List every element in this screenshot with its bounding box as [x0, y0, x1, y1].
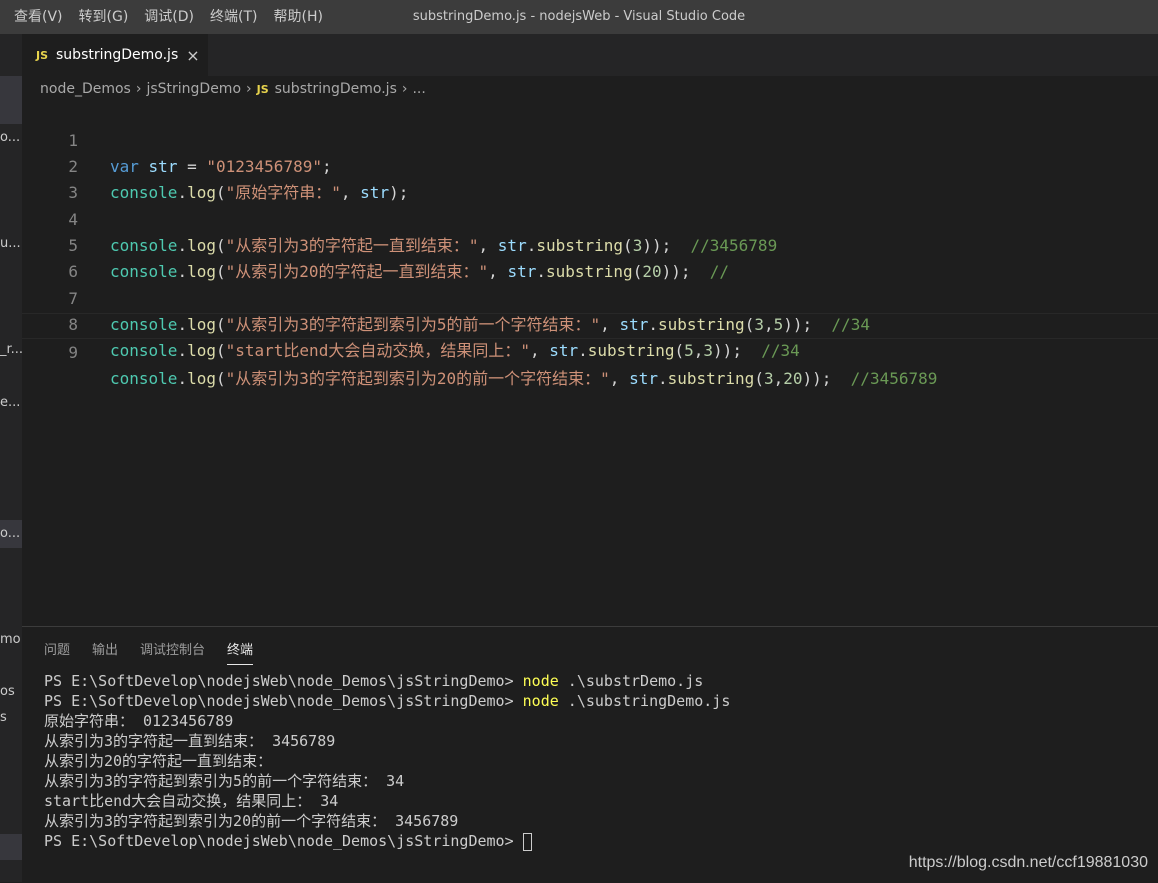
menu-go[interactable]: 转到(G) [71, 0, 137, 34]
code-editor[interactable]: 1 var str = "0123456789"; 2 console.log(… [22, 102, 1158, 622]
menu-bar: 查看(V) 转到(G) 调试(D) 终端(T) 帮助(H) [0, 0, 331, 34]
explorer-sidebar: o... u... _r... e... o... mo os s [0, 34, 22, 882]
chevron-right-icon: › [135, 81, 142, 97]
terminal-cursor [522, 832, 532, 851]
terminal-output: 从索引为20的字符起一直到结束： [44, 752, 273, 770]
tab-substringdemo[interactable]: JS substringDemo.js × [22, 34, 208, 76]
explorer-item[interactable]: o... [0, 526, 22, 541]
explorer-item[interactable]: e... [0, 395, 22, 410]
code-line: 5 console.log("从索引为20的字符起一直到结束：", str.su… [22, 207, 1158, 281]
breadcrumb-file[interactable]: substringDemo.js [275, 81, 397, 97]
tab-problems[interactable]: 问题 [44, 639, 70, 665]
terminal-argument: .\substrDemo.js [558, 672, 704, 690]
code-line: 7 console.log("从索引为3的字符起到索引为5的前一个字符结束：",… [22, 260, 1158, 334]
bottom-panel: 问题 输出 调试控制台 终端 PS E:\SoftDevelop\nodejsW… [22, 626, 1158, 883]
terminal-command: node [522, 692, 559, 710]
menu-help[interactable]: 帮助(H) [266, 0, 331, 34]
terminal-command: node [522, 672, 559, 690]
terminal-output: 原始字符串： 0123456789 [44, 712, 234, 730]
watermark: https://blog.csdn.net/ccf19881030 [908, 854, 1148, 871]
terminal-line: PS E:\SoftDevelop\nodejsWeb\node_Demos\j… [44, 691, 730, 711]
terminal-line: PS E:\SoftDevelop\nodejsWeb\node_Demos\j… [44, 831, 730, 851]
explorer-selection-top [0, 76, 22, 124]
explorer-item[interactable]: mo [0, 632, 22, 647]
panel-tabs: 问题 输出 调试控制台 终端 [44, 639, 275, 665]
editor-tab-bar: JS substringDemo.js × [22, 34, 1158, 76]
terminal-prompt: PS E:\SoftDevelop\nodejsWeb\node_Demos\j… [44, 672, 523, 690]
code-line: 2 console.log("原始字符串：", str); [22, 128, 1158, 202]
tab-terminal[interactable]: 终端 [227, 639, 254, 665]
javascript-file-icon: JS [36, 48, 49, 62]
tab-output[interactable]: 输出 [92, 639, 118, 665]
line-number: 9 [68, 343, 78, 362]
explorer-item[interactable]: u... [0, 236, 22, 251]
code-line-current: 9 console.log("从索引为3的字符起到索引为20的前一个字符结束："… [22, 313, 1158, 388]
code-text: console.log("start比end大会自动交换，结果同上：", str… [110, 341, 800, 360]
terminal-prompt: PS E:\SoftDevelop\nodejsWeb\node_Demos\j… [44, 692, 523, 710]
breadcrumb-symbol[interactable]: ... [412, 81, 425, 97]
terminal-output: 从索引为3的字符起到索引为20的前一个字符结束： 3456789 [44, 812, 459, 830]
javascript-file-icon: JS [256, 82, 269, 96]
breadcrumb-node-demos[interactable]: node_Demos [40, 81, 131, 97]
code-line: 3 [22, 154, 1158, 202]
explorer-selection-bottom [0, 834, 22, 860]
code-line: 8 console.log("start比end大会自动交换，结果同上：", s… [22, 286, 1158, 360]
terminal[interactable]: PS E:\SoftDevelop\nodejsWeb\node_Demos\j… [44, 671, 730, 851]
tab-debug-console[interactable]: 调试控制台 [140, 639, 205, 665]
explorer-item[interactable]: s [0, 710, 22, 725]
menu-view[interactable]: 查看(V) [6, 0, 71, 34]
close-icon[interactable]: × [186, 46, 199, 65]
menu-terminal[interactable]: 终端(T) [202, 0, 265, 34]
code-line: 1 var str = "0123456789"; [22, 102, 1158, 176]
terminal-prompt: PS E:\SoftDevelop\nodejsWeb\node_Demos\j… [44, 832, 523, 850]
breadcrumb: node_Demos › jsStringDemo › JS substring… [40, 78, 426, 100]
breadcrumb-jsstringdemo[interactable]: jsStringDemo [146, 81, 241, 97]
chevron-right-icon: › [246, 81, 252, 97]
code-text: console.log("从索引为3的字符起到索引为20的前一个字符结束：", … [110, 369, 938, 388]
explorer-item[interactable]: os [0, 684, 22, 699]
menu-debug[interactable]: 调试(D) [136, 0, 202, 34]
terminal-output: start比end大会自动交换，结果同上： 34 [44, 792, 339, 810]
explorer-item[interactable]: _r... [0, 342, 22, 357]
terminal-line: PS E:\SoftDevelop\nodejsWeb\node_Demos\j… [44, 671, 730, 691]
terminal-output: 从索引为3的字符起到索引为5的前一个字符结束： 34 [44, 772, 405, 790]
title-bar: 查看(V) 转到(G) 调试(D) 终端(T) 帮助(H) substringD… [0, 0, 1158, 34]
code-line: 6 [22, 233, 1158, 281]
code-line: 4 console.log("从索引为3的字符起一直到结束：", str.sub… [22, 181, 1158, 255]
terminal-output: 从索引为3的字符起一直到结束： 3456789 [44, 732, 336, 750]
terminal-argument: .\substringDemo.js [558, 692, 731, 710]
tab-label: substringDemo.js [56, 47, 179, 63]
explorer-item[interactable]: o... [0, 130, 22, 145]
chevron-right-icon: › [401, 81, 408, 97]
